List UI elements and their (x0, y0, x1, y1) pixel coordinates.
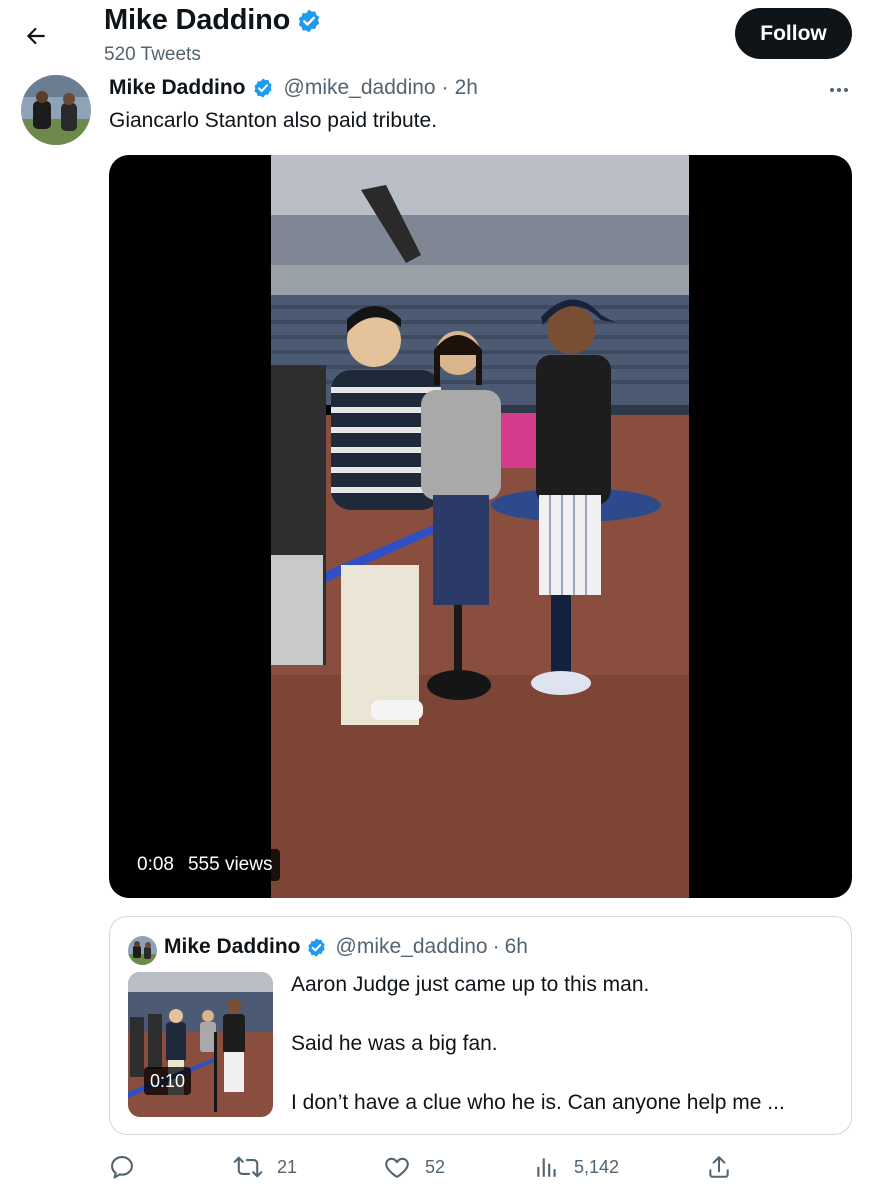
follow-button[interactable]: Follow (735, 8, 852, 59)
quote-text-line: I don’t have a clue who he is. Can anyon… (291, 1091, 785, 1114)
verified-badge-icon (298, 9, 320, 32)
quote-author-name: Mike Daddino (164, 935, 301, 958)
header-name: Mike Daddino (104, 4, 291, 36)
tweet-text: Giancarlo Stanton also paid tribute. (109, 109, 438, 132)
profile-header: Mike Daddino 520 Tweets Follow (0, 0, 869, 72)
video-frame (271, 155, 689, 898)
back-button[interactable] (18, 18, 54, 54)
views-count: 5,142 (574, 1156, 620, 1177)
retweet-button[interactable]: 21 (233, 1153, 297, 1181)
like-icon (385, 1157, 409, 1178)
tweets-count: 520 Tweets (104, 44, 201, 65)
more-icon-dot (844, 88, 848, 92)
quote-time: 6h (504, 935, 528, 958)
share-button[interactable] (706, 1153, 732, 1181)
views-icon (537, 1158, 556, 1177)
share-icon (709, 1156, 729, 1178)
more-button[interactable] (826, 78, 852, 102)
quote-text-line: Aaron Judge just came up to this man. (291, 973, 650, 996)
like-button[interactable]: 52 (383, 1153, 445, 1181)
quote-video-duration: 0:10 (144, 1067, 192, 1095)
video-stats-badge: 0:08 555 views (129, 849, 281, 881)
quoted-tweet[interactable]: Mike Daddino @mike_daddino · 6h 0:10 Aar… (109, 916, 852, 1135)
avatar-image (21, 75, 91, 145)
separator: · (441, 76, 449, 99)
quote-avatar (128, 936, 157, 965)
more-icon-dot (830, 88, 834, 92)
avatar[interactable] (21, 75, 91, 145)
video-views: 555 views (187, 854, 273, 875)
back-arrow-icon (26, 27, 45, 45)
quote-header: Mike Daddino @mike_daddino · 6h (164, 935, 528, 959)
tweet-header: Mike Daddino @mike_daddino · 2h (109, 76, 478, 100)
header-title-row: Mike Daddino (104, 4, 322, 37)
reply-button[interactable] (108, 1153, 150, 1181)
like-count: 52 (425, 1156, 446, 1177)
tweet-time[interactable]: 2h (455, 76, 478, 100)
verified-badge-icon (307, 937, 325, 957)
quote-text-line: Said he was a big fan. (291, 1032, 498, 1055)
retweet-icon (233, 1156, 263, 1178)
video-player[interactable]: 0:08 555 views (109, 155, 852, 898)
more-icon-dot (837, 88, 841, 92)
thumbnail-image (128, 972, 273, 1117)
retweet-count: 21 (277, 1156, 298, 1177)
video-still (271, 155, 689, 898)
separator: · (492, 935, 500, 958)
author-handle[interactable]: @mike_daddino (284, 76, 436, 100)
video-duration: 0:08 (137, 854, 174, 875)
verified-badge-icon (253, 78, 272, 98)
quote-video-thumbnail[interactable] (128, 972, 273, 1117)
author-name[interactable]: Mike Daddino (109, 76, 246, 100)
reply-icon (111, 1156, 133, 1179)
views-button[interactable]: 5,142 (534, 1153, 619, 1181)
quote-author-handle: @mike_daddino (335, 935, 488, 958)
